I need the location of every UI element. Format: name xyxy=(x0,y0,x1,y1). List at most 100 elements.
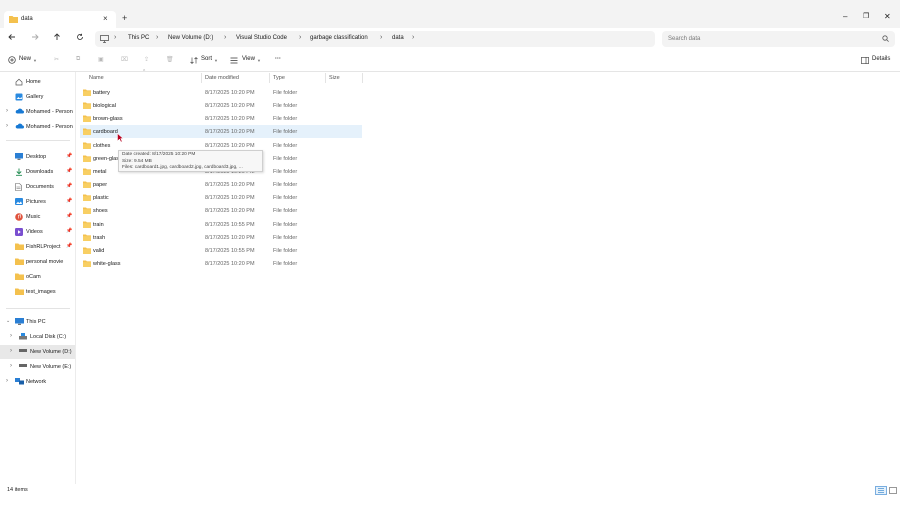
refresh-button[interactable] xyxy=(76,33,84,43)
file-row-paper[interactable]: paper 8/17/2025 10:20 PM File folder xyxy=(80,178,362,191)
file-row-white-glass[interactable]: white-glass 8/17/2025 10:20 PM File fold… xyxy=(80,257,362,270)
file-row-train[interactable]: train 8/17/2025 10:55 PM File folder xyxy=(80,218,362,231)
file-row-shoes[interactable]: shoes 8/17/2025 10:20 PM File folder xyxy=(80,204,362,217)
breadcrumb-new-volume-d[interactable]: New Volume (D:) xyxy=(168,35,213,41)
pc-icon xyxy=(100,35,109,45)
mouse-cursor-icon xyxy=(117,132,124,145)
sidebar-item-gallery[interactable]: Gallery xyxy=(0,90,75,104)
share-icon[interactable]: ⇪ xyxy=(144,56,149,63)
forward-arrow-icon xyxy=(32,34,39,40)
sidebar-item-videos[interactable]: Videos 📌 xyxy=(0,225,75,239)
folder-icon xyxy=(15,243,24,252)
details-view-button[interactable] xyxy=(875,486,887,495)
file-row-biological[interactable]: biological 8/17/2025 10:20 PM File folde… xyxy=(80,99,362,112)
new-button[interactable]: New xyxy=(19,56,31,62)
sidebar-item-test-images[interactable]: test_images xyxy=(0,285,75,299)
sidebar-item-pictures[interactable]: Pictures 📌 xyxy=(0,195,75,209)
chevron-right-icon[interactable]: › xyxy=(10,333,12,339)
breadcrumb-this-pc[interactable]: This PC xyxy=(128,35,149,41)
sort-button[interactable]: Sort xyxy=(201,56,212,62)
column-divider[interactable] xyxy=(362,73,363,83)
breadcrumb-visual-studio-code[interactable]: Visual Studio Code xyxy=(236,35,287,41)
sidebar-item-label: Desktop xyxy=(26,154,47,160)
copy-icon[interactable]: ⧉ xyxy=(76,56,80,63)
sidebar-item-onedrive-2[interactable]: › Mohamed - Person xyxy=(0,120,75,134)
up-button[interactable] xyxy=(53,33,61,43)
file-row-trash[interactable]: trash 8/17/2025 10:20 PM File folder xyxy=(80,231,362,244)
sidebar-item-desktop[interactable]: Desktop 📌 xyxy=(0,150,75,164)
sidebar-item-fishrlproject[interactable]: FishRLProject 📌 xyxy=(0,240,75,254)
file-date-modified: 8/17/2025 10:20 PM xyxy=(205,129,255,136)
pin-icon: 📌 xyxy=(66,153,73,159)
close-window-button[interactable]: ✕ xyxy=(884,12,891,21)
new-plus-icon[interactable] xyxy=(8,56,16,66)
rename-icon[interactable]: ⌧ xyxy=(121,56,128,63)
file-type: File folder xyxy=(273,247,298,254)
file-row-valid[interactable]: valid 8/17/2025 10:55 PM File folder xyxy=(80,244,362,257)
address-bar[interactable]: › This PC › New Volume (D:) › Visual Stu… xyxy=(95,31,655,47)
more-options-button[interactable]: ··· xyxy=(275,56,281,62)
new-tab-button[interactable]: + xyxy=(122,13,127,23)
breadcrumb-garbage-classification[interactable]: garbage classification xyxy=(310,35,368,41)
videos-icon xyxy=(15,228,23,238)
view-button[interactable]: View xyxy=(242,56,255,62)
sidebar-item-documents[interactable]: Documents 📌 xyxy=(0,180,75,194)
delete-icon[interactable]: 🗑 xyxy=(166,56,174,63)
details-pane-icon[interactable] xyxy=(861,57,869,66)
tiles-view-button[interactable] xyxy=(889,487,897,496)
column-divider[interactable] xyxy=(269,73,270,83)
sidebar-item-home[interactable]: Home xyxy=(0,75,75,89)
sidebar-item-music[interactable]: Music 📌 xyxy=(0,210,75,224)
chevron-right-icon[interactable]: › xyxy=(6,108,8,114)
file-type: File folder xyxy=(273,234,298,241)
file-row-brown-glass[interactable]: brown-glass 8/17/2025 10:20 PM File fold… xyxy=(80,112,362,125)
breadcrumb-data[interactable]: data xyxy=(392,35,404,41)
gallery-icon xyxy=(15,93,23,103)
file-name: trash xyxy=(93,234,106,241)
cloud-icon xyxy=(15,123,24,131)
tab-label: data xyxy=(21,16,33,22)
sidebar-item-onedrive-1[interactable]: › Mohamed - Person xyxy=(0,105,75,119)
column-header-type[interactable]: Type xyxy=(273,75,285,81)
view-icon[interactable] xyxy=(230,57,238,66)
back-button[interactable] xyxy=(8,33,16,43)
sidebar-item-new-volume-d[interactable]: › New Volume (D:) xyxy=(0,345,75,359)
search-input[interactable]: Search data xyxy=(662,31,895,47)
sidebar-item-network[interactable]: › Network xyxy=(0,375,75,389)
column-header-name[interactable]: Name xyxy=(89,75,104,81)
chevron-down-icon[interactable]: ⌄ xyxy=(6,318,10,324)
details-button[interactable]: Details xyxy=(872,56,890,62)
file-row-plastic[interactable]: plastic 8/17/2025 10:20 PM File folder xyxy=(80,191,362,204)
item-count: 14 items xyxy=(7,487,28,493)
column-header-date-modified[interactable]: Date modified xyxy=(205,75,239,81)
column-divider[interactable] xyxy=(201,73,202,83)
cut-icon[interactable]: ✂ xyxy=(54,56,59,63)
sidebar-item-label: This PC xyxy=(26,319,46,325)
sidebar-item-personal-movie[interactable]: personal movie xyxy=(0,255,75,269)
sort-icon[interactable] xyxy=(190,57,198,66)
sidebar-item-local-disk-c[interactable]: › Local Disk (C:) xyxy=(0,330,75,344)
minimize-button[interactable]: – xyxy=(843,12,847,21)
column-divider[interactable] xyxy=(325,73,326,83)
sidebar-item-new-volume-e[interactable]: › New Volume (E:) xyxy=(0,360,75,374)
chevron-right-icon[interactable]: › xyxy=(6,123,8,129)
tab-close-button[interactable]: × xyxy=(103,14,108,23)
column-header-size[interactable]: Size xyxy=(329,75,340,81)
paste-icon[interactable]: ▣ xyxy=(98,56,104,63)
file-name: cardboard xyxy=(93,129,118,136)
sidebar-item-label: Videos xyxy=(26,229,43,235)
folder-icon xyxy=(83,89,91,98)
sidebar-item-label: New Volume (E:) xyxy=(30,364,72,370)
maximize-button[interactable]: ❐ xyxy=(863,12,869,20)
sidebar-item-label: Downloads xyxy=(26,169,54,175)
chevron-right-icon[interactable]: › xyxy=(10,363,12,369)
forward-button[interactable] xyxy=(31,33,39,43)
sidebar-item-downloads[interactable]: Downloads 📌 xyxy=(0,165,75,179)
sidebar-item-this-pc[interactable]: ⌄ This PC xyxy=(0,315,75,329)
file-row-battery[interactable]: battery 8/17/2025 10:20 PM File folder xyxy=(80,86,362,99)
sidebar-item-ocam[interactable]: oCam xyxy=(0,270,75,284)
chevron-right-icon[interactable]: › xyxy=(6,378,8,384)
chevron-right-icon[interactable]: › xyxy=(10,348,12,354)
tab-data[interactable]: data × xyxy=(4,11,116,28)
file-name: brown-glass xyxy=(93,116,123,123)
